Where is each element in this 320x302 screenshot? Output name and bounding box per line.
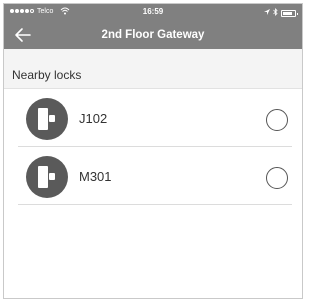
bluetooth-icon xyxy=(273,8,278,18)
lock-icon xyxy=(26,98,68,140)
status-bar: Telco 16:59 xyxy=(4,4,302,21)
page-title: 2nd Floor Gateway xyxy=(101,29,205,41)
lock-name: M301 xyxy=(79,169,112,184)
lock-list: J102 M301 xyxy=(4,89,302,205)
lock-name: J102 xyxy=(79,111,108,126)
lock-icon xyxy=(26,156,68,198)
select-radio[interactable] xyxy=(266,109,288,131)
nav-bar: 2nd Floor Gateway xyxy=(4,21,302,49)
select-radio[interactable] xyxy=(266,167,288,189)
lock-item-m301[interactable]: M301 xyxy=(4,147,302,205)
status-time: 16:59 xyxy=(142,7,164,16)
battery-icon xyxy=(281,9,298,17)
location-icon xyxy=(264,8,270,18)
divider xyxy=(18,204,292,205)
section-header: Nearby locks xyxy=(4,49,302,89)
section-title: Nearby locks xyxy=(12,68,82,82)
lock-item-j102[interactable]: J102 xyxy=(4,89,302,147)
app-header: Telco 16:59 2nd Floor Gateway xyxy=(4,4,302,49)
device-screen: Telco 16:59 2nd Floor Gateway Nearby loc… xyxy=(3,3,303,299)
